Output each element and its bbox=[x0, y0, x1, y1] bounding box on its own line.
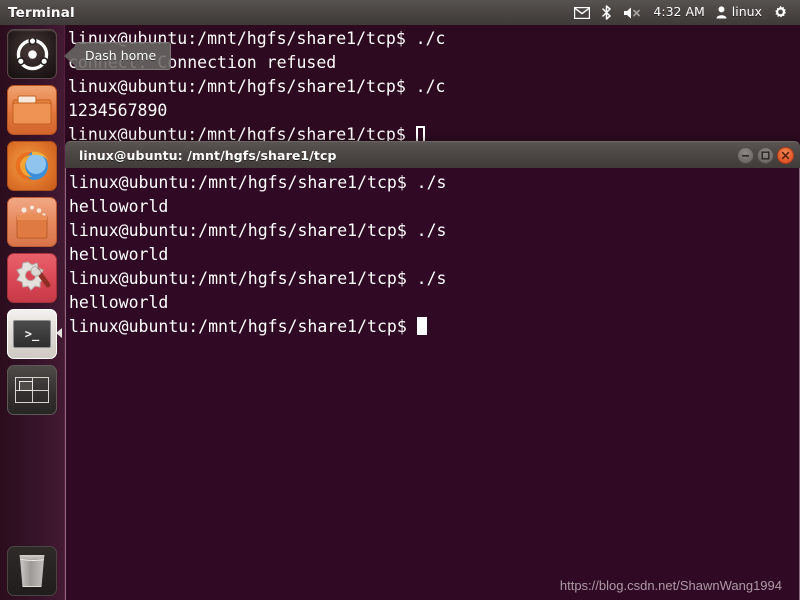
foreground-terminal-window[interactable]: linux@ubuntu: /mnt/hgfs/share1/tcp linux… bbox=[65, 141, 800, 600]
clock-indicator[interactable]: 4:32 AM bbox=[653, 6, 704, 19]
foreground-terminal-output[interactable]: linux@ubuntu:/mnt/hgfs/share1/tcp$ ./s h… bbox=[65, 168, 800, 600]
top-panel: Terminal 4:32 AM linux bbox=[0, 0, 800, 25]
watermark-url: https://blog.csdn.net/ShawnWang1994 bbox=[559, 578, 782, 593]
ubuntu-logo-icon bbox=[7, 29, 57, 79]
window-titlebar[interactable]: linux@ubuntu: /mnt/hgfs/share1/tcp bbox=[65, 141, 800, 168]
launcher-item-workspace-switcher[interactable] bbox=[7, 365, 57, 415]
terminal-cursor-focused bbox=[416, 317, 427, 335]
launcher-item-trash[interactable] bbox=[7, 546, 57, 596]
panel-indicators: 4:32 AM linux bbox=[574, 5, 792, 20]
terminal-line: linux@ubuntu:/mnt/hgfs/share1/tcp$ ./s bbox=[69, 173, 447, 192]
desktop-screen: Terminal 4:32 AM linux >_ linux@ubuntu:/… bbox=[0, 0, 800, 600]
terminal-line: linux@ubuntu:/mnt/hgfs/share1/tcp$ bbox=[69, 317, 417, 336]
gear-icon[interactable] bbox=[773, 5, 788, 20]
launcher-item-firefox[interactable] bbox=[7, 141, 57, 191]
firefox-icon bbox=[7, 141, 57, 191]
terminal-line: linux@ubuntu:/mnt/hgfs/share1/tcp$ ./s bbox=[69, 221, 447, 240]
launcher-item-dash-home[interactable] bbox=[7, 29, 57, 79]
session-user-name: linux bbox=[731, 4, 762, 20]
terminal-line: helloworld bbox=[69, 293, 169, 312]
user-avatar-icon bbox=[716, 6, 727, 19]
terminal-line: 1234567890 bbox=[68, 101, 168, 120]
terminal-line: linux@ubuntu:/mnt/hgfs/share1/tcp$ ./s bbox=[69, 269, 447, 288]
session-user-indicator[interactable]: linux bbox=[716, 6, 762, 19]
close-button[interactable] bbox=[777, 146, 794, 164]
maximize-button[interactable] bbox=[757, 146, 774, 164]
window-title: linux@ubuntu: /mnt/hgfs/share1/tcp bbox=[79, 147, 337, 163]
launcher-item-files[interactable] bbox=[7, 85, 57, 135]
messaging-icon[interactable] bbox=[574, 6, 591, 19]
shopping-bag-icon bbox=[7, 197, 57, 247]
trash-icon bbox=[7, 546, 57, 596]
window-controls bbox=[737, 146, 794, 164]
workspace-switcher-icon bbox=[7, 365, 57, 415]
terminal-line: linux@ubuntu:/mnt/hgfs/share1/tcp$ ./c bbox=[68, 29, 446, 48]
terminal-prompt-glyph: >_ bbox=[13, 320, 51, 348]
panel-app-title[interactable]: Terminal bbox=[8, 5, 75, 21]
minimize-button[interactable] bbox=[737, 146, 754, 164]
launcher-item-software-center[interactable] bbox=[7, 197, 57, 247]
launcher-item-system-settings[interactable] bbox=[7, 253, 57, 303]
background-terminal-output: linux@ubuntu:/mnt/hgfs/share1/tcp$ ./c c… bbox=[65, 25, 800, 147]
terminal-line: helloworld bbox=[69, 245, 169, 264]
terminal-line: linux@ubuntu:/mnt/hgfs/share1/tcp$ ./c bbox=[68, 77, 446, 96]
settings-gear-wrench-icon bbox=[7, 253, 57, 303]
unity-launcher: >_ bbox=[0, 25, 65, 600]
launcher-item-terminal[interactable]: >_ bbox=[7, 309, 62, 359]
focused-indicator-arrow bbox=[56, 328, 62, 338]
volume-muted-icon[interactable] bbox=[623, 6, 642, 20]
folder-icon bbox=[7, 85, 57, 135]
terminal-line: connect: Connection refused bbox=[68, 53, 337, 72]
terminal-icon: >_ bbox=[7, 309, 57, 359]
terminal-line: helloworld bbox=[69, 197, 169, 216]
bluetooth-icon[interactable] bbox=[601, 5, 612, 20]
